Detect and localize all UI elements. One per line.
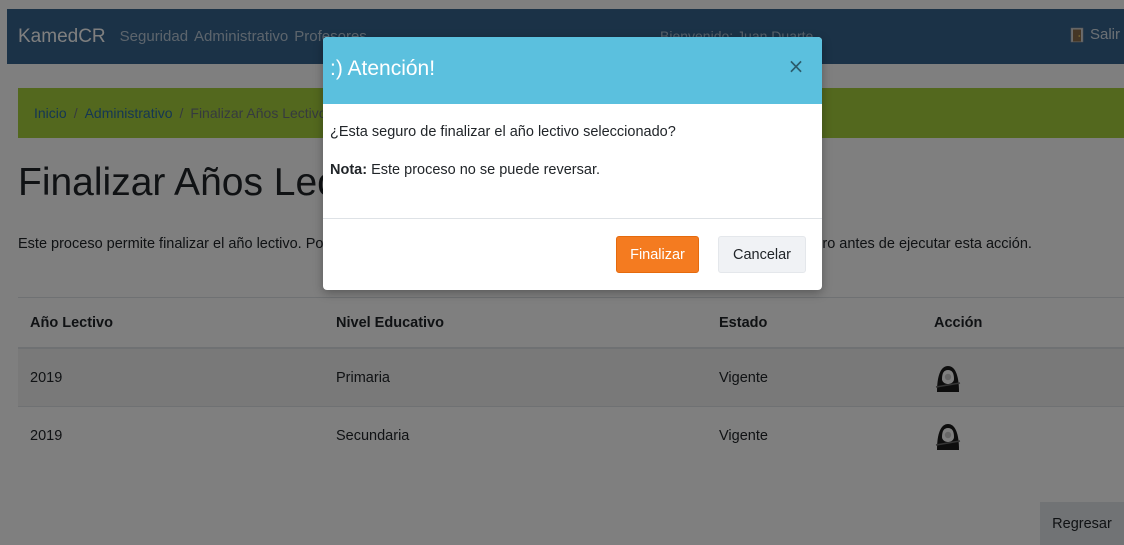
modal-question: ¿Esta seguro de finalizar el año lectivo… bbox=[330, 124, 676, 140]
modal-header: :) Atención! × bbox=[323, 37, 822, 104]
close-icon[interactable]: × bbox=[786, 55, 806, 77]
modal-footer: Finalizar Cancelar bbox=[323, 218, 822, 290]
confirm-modal: :) Atención! × ¿Esta seguro de finalizar… bbox=[323, 37, 822, 290]
note-text: Este proceso no se puede reversar. bbox=[367, 162, 601, 178]
modal-body: ¿Esta seguro de finalizar el año lectivo… bbox=[323, 104, 822, 178]
modal-title: :) Atención! bbox=[330, 57, 436, 80]
cancel-button[interactable]: Cancelar bbox=[718, 236, 806, 273]
modal-note: Nota: Este proceso no se puede reversar. bbox=[330, 162, 822, 178]
finalizar-button[interactable]: Finalizar bbox=[616, 236, 699, 273]
note-label: Nota: bbox=[330, 162, 368, 178]
